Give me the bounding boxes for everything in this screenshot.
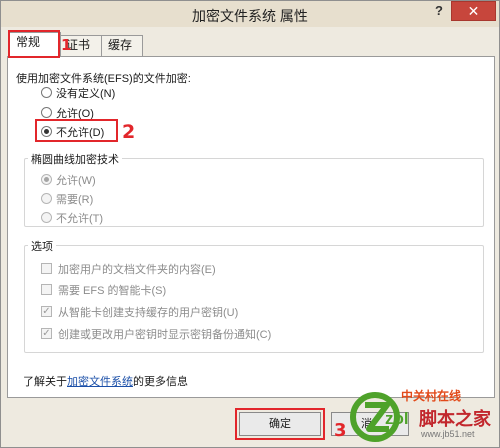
- checkbox-key-backup-notify[interactable]: ✓: [41, 328, 52, 339]
- checkbox-encrypt-documents[interactable]: [41, 263, 52, 274]
- general-tab-panel: 使用加密文件系统(EFS)的文件加密: 没有定义(N) 允许(O) 不允许(D)…: [7, 56, 495, 398]
- watermark-site-url: www.jb51.net: [421, 429, 475, 439]
- dialog-title: 加密文件系统 属性: [192, 8, 308, 24]
- efs-heading: 使用加密文件系统(EFS)的文件加密:: [16, 73, 191, 85]
- options-group-title: 选项: [28, 238, 56, 254]
- tab-cache[interactable]: 缓存: [101, 35, 143, 56]
- properties-dialog: 加密文件系统 属性 ? ✕ 证书 缓存 常规 1 使用加密文件系统(EFS)的文…: [0, 0, 500, 448]
- checkbox-cache-user-key-label: 从智能卡创建支持缓存的用户密钥(U): [58, 307, 239, 319]
- watermark-brand-en: zol: [385, 409, 409, 428]
- checkbox-cache-user-key[interactable]: ✓: [41, 306, 52, 317]
- watermark-brand-cn: 中关村在线: [401, 389, 462, 403]
- annotation-box-3: [235, 408, 325, 440]
- radio-not-defined[interactable]: [41, 87, 52, 98]
- radio-ecc-do-not-allow-label: 不允许(T): [56, 213, 104, 225]
- annotation-box-2: [35, 119, 118, 142]
- radio-ecc-do-not-allow[interactable]: [41, 212, 52, 223]
- radio-not-defined-label: 没有定义(N): [56, 88, 116, 100]
- ecc-group-title: 椭圆曲线加密技术: [28, 151, 122, 167]
- checkbox-require-smartcard[interactable]: [41, 284, 52, 295]
- watermark-site-cn: 脚本之家: [419, 409, 491, 429]
- watermark: 中关村在线 zol 脚本之家 www.jb51.net: [349, 385, 499, 447]
- efs-help-link[interactable]: 加密文件系统: [67, 376, 133, 388]
- radio-allow[interactable]: [41, 107, 52, 118]
- learn-more-text: 了解关于加密文件系统的更多信息: [23, 376, 188, 388]
- close-button[interactable]: ✕: [451, 1, 496, 21]
- checkbox-encrypt-documents-label: 加密用户的文档文件夹的内容(E): [58, 264, 216, 276]
- annotation-number-1: 1: [61, 36, 72, 54]
- annotation-number-2: 2: [122, 121, 136, 143]
- checkbox-require-smartcard-label: 需要 EFS 的智能卡(S): [58, 285, 167, 297]
- radio-ecc-allow-label: 允许(W): [56, 175, 96, 187]
- title-bar: 加密文件系统 属性 ? ✕: [1, 1, 499, 27]
- radio-ecc-require[interactable]: [41, 193, 52, 204]
- radio-ecc-require-label: 需要(R): [56, 194, 94, 206]
- annotation-box-1: [8, 30, 60, 58]
- radio-ecc-allow[interactable]: [41, 174, 52, 185]
- annotation-number-3: 3: [334, 420, 347, 441]
- help-button[interactable]: ?: [429, 2, 449, 20]
- checkbox-key-backup-notify-label: 创建或更改用户密钥时显示密钥备份通知(C): [58, 329, 272, 341]
